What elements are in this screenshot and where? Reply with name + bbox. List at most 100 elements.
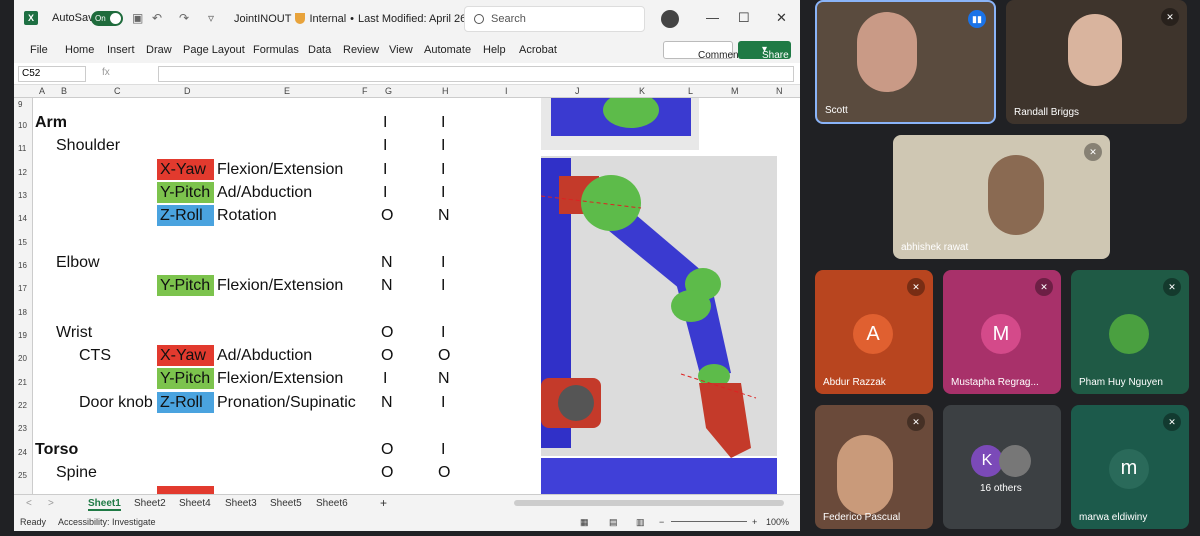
participant-tile[interactable]: ✕ Randall Briggs [1006,0,1187,124]
cell-abduction[interactable]: Ad/Abduction [217,184,312,202]
share-button[interactable]: Share ▾ [738,41,791,61]
name-box[interactable]: C52 [18,66,86,82]
row-23[interactable]: 23 [18,424,27,433]
customize-qat-icon[interactable]: ▿ [208,11,214,25]
participant-tile[interactable]: K 16 others [943,405,1061,529]
zoom-slider[interactable] [671,521,747,522]
col-k[interactable]: K [639,86,645,96]
sheet-tab[interactable]: Sheet4 [179,498,211,509]
sheet-tab[interactable]: Sheet2 [134,498,166,509]
prev-sheet-icon[interactable]: < [26,498,32,509]
accessibility-status[interactable]: Accessibility: Investigate [58,517,156,527]
participant-tile[interactable]: M ✕ Mustapha Regrag... [943,270,1061,394]
menu-insert[interactable]: Insert [107,44,135,56]
cell-arm[interactable]: Arm [35,114,67,132]
row-12[interactable]: 12 [18,168,27,177]
sheet-tab[interactable]: Sheet3 [225,498,257,509]
row-21[interactable]: 21 [18,378,27,387]
h-cell[interactable]: O [438,464,450,482]
autosave-toggle[interactable]: On [91,11,123,26]
row-10[interactable]: 10 [18,121,27,130]
row-25[interactable]: 25 [18,471,27,480]
g-cell[interactable]: N [381,254,393,272]
row-11[interactable]: 11 [18,144,26,153]
g-cell[interactable]: I [383,184,387,202]
col-j[interactable]: J [575,86,580,96]
menu-data[interactable]: Data [308,44,331,56]
formula-input[interactable] [158,66,794,82]
cell-flexion[interactable]: Flexion/Extension [217,161,343,179]
menu-review[interactable]: Review [343,44,379,56]
g-cell[interactable]: I [383,114,387,132]
robot-arm-image[interactable] [541,98,800,494]
cell-wrist[interactable]: Wrist [56,324,92,342]
h-cell[interactable]: I [441,441,445,459]
col-h[interactable]: H [442,86,449,96]
row-22[interactable]: 22 [18,401,27,410]
h-cell[interactable]: O [438,347,450,365]
menu-formulas[interactable]: Formulas [253,44,299,56]
cell-flexion[interactable]: Flexion/Extension [217,370,343,388]
undo-icon[interactable]: ↶ [152,11,162,25]
minimize-icon[interactable]: — [706,10,719,25]
row-17[interactable]: 17 [18,284,27,293]
participant-tile[interactable]: ✕ Pham Huy Nguyen [1071,270,1189,394]
cell-z-roll[interactable]: Z-Roll [157,205,214,226]
col-l[interactable]: L [688,86,693,96]
cell-elbow[interactable]: Elbow [56,254,100,272]
h-cell[interactable]: I [441,324,445,342]
row-18[interactable]: 18 [18,308,27,317]
add-sheet-button[interactable]: + [380,496,387,510]
g-cell[interactable]: O [381,464,393,482]
menu-draw[interactable]: Draw [146,44,172,56]
row-14[interactable]: 14 [18,214,27,223]
cell-z-roll[interactable]: Z-Roll [157,392,214,413]
row-24[interactable]: 24 [18,448,27,457]
menu-acrobat[interactable]: Acrobat [519,44,557,56]
cell-abduction[interactable]: Ad/Abduction [217,347,312,365]
search-input[interactable]: Search [464,6,645,32]
g-cell[interactable]: O [381,207,393,225]
cell-spine[interactable]: Spine [56,464,97,482]
cell-y-pitch[interactable]: Y-Pitch [157,368,214,389]
account-avatar[interactable] [661,10,679,28]
row-15[interactable]: 15 [18,238,27,247]
cell-pronation[interactable]: Pronation/Supinatic [217,394,358,412]
h-cell[interactable]: I [441,114,445,132]
save-icon[interactable]: ▣ [132,11,143,25]
close-icon[interactable]: ✕ [776,10,787,26]
menu-view[interactable]: View [389,44,413,56]
cell-y-pitch[interactable]: Y-Pitch [157,182,214,203]
h-cell[interactable]: N [438,370,450,388]
row-13[interactable]: 13 [18,191,27,200]
g-cell[interactable]: N [381,277,393,295]
cell-flexion[interactable]: Flexion/Extension [217,277,343,295]
cell-torso[interactable]: Torso [35,441,78,459]
cell-grid[interactable]: Arm Shoulder X-Yaw Flexion/Extension Y-P… [33,98,800,494]
g-cell[interactable]: N [381,394,393,412]
page-layout-view-icon[interactable]: ▤ [609,517,618,528]
col-f[interactable]: F [362,86,368,96]
col-m[interactable]: M [731,86,739,96]
cell-x-yaw[interactable]: X-Yaw [157,345,214,366]
col-n[interactable]: N [776,86,783,96]
cell-y-pitch[interactable]: Y-Pitch [157,275,214,296]
cell-shoulder[interactable]: Shoulder [56,137,120,155]
normal-view-icon[interactable]: ▦ [580,517,589,528]
menu-page-layout[interactable]: Page Layout [183,44,245,56]
sheet-tab[interactable]: Sheet1 [88,498,121,511]
cell-rotation[interactable]: Rotation [217,207,277,225]
h-cell[interactable]: I [441,184,445,202]
cell-door-knob[interactable]: Door knob [79,394,153,412]
page-break-view-icon[interactable]: ▥ [636,517,645,528]
col-e[interactable]: E [284,86,290,96]
col-g[interactable]: G [385,86,392,96]
row-20[interactable]: 20 [18,354,27,363]
cell-cts[interactable]: CTS [79,347,111,365]
col-a[interactable]: A [39,86,45,96]
participant-tile[interactable]: ▮▮ Scott [815,0,996,124]
fx-icon[interactable]: fx [102,67,110,78]
row-19[interactable]: 19 [18,331,27,340]
menu-automate[interactable]: Automate [424,44,471,56]
participant-tile[interactable]: m ✕ marwa eldiwiny [1071,405,1189,529]
